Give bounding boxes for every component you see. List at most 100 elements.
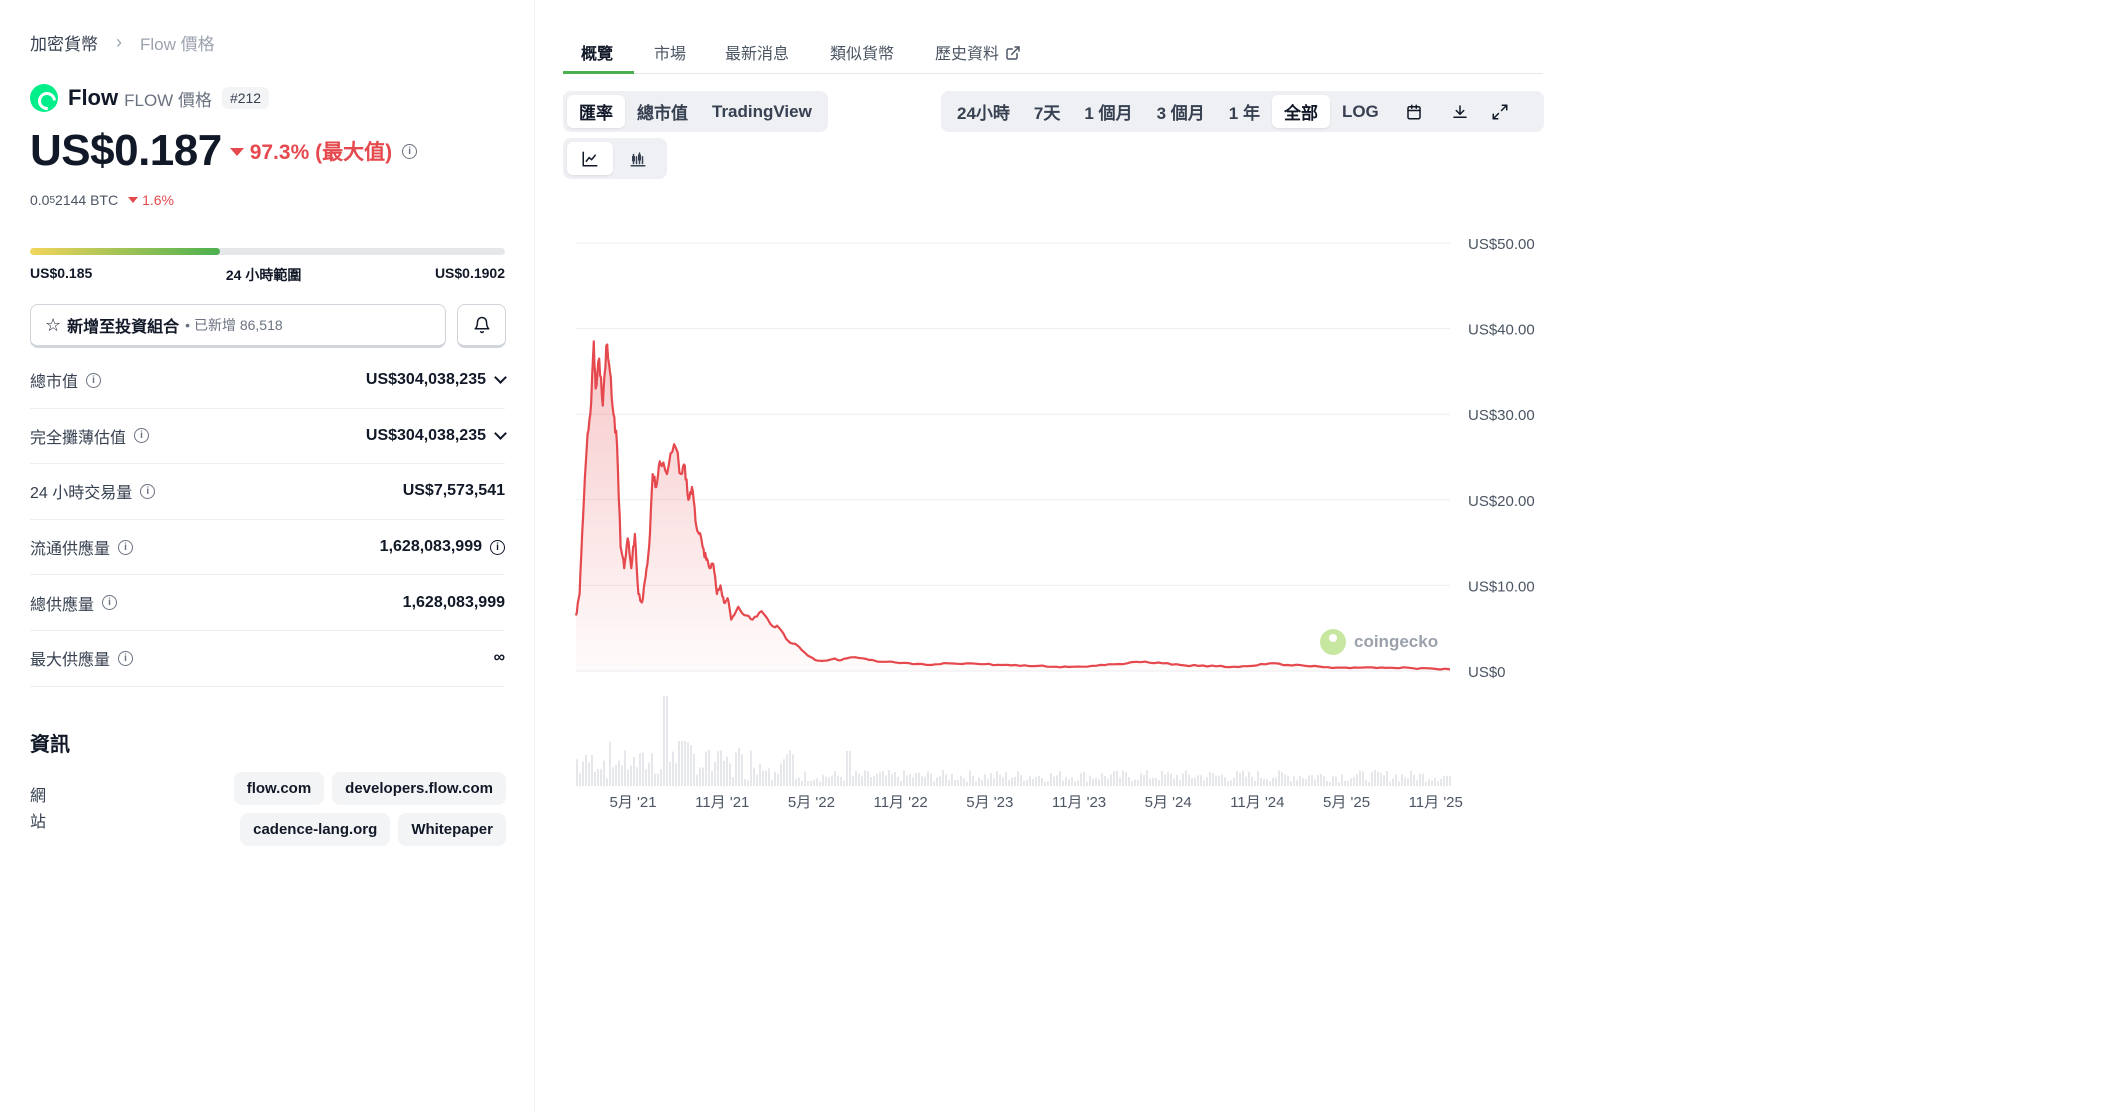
volume-bar: [1374, 770, 1376, 786]
link-chip[interactable]: developers.flow.com: [332, 772, 506, 805]
range-1m-button[interactable]: 1 個月: [1072, 95, 1144, 128]
tab-historical-data[interactable]: 歷史資料: [935, 40, 1021, 64]
volume-bar: [1131, 780, 1133, 786]
volume-bar: [1371, 771, 1373, 786]
volume-bar: [1059, 771, 1061, 786]
volume-bar: [1122, 770, 1124, 786]
info-icon[interactable]: i: [118, 650, 134, 666]
volume-bar: [681, 741, 683, 786]
volume-bar: [942, 770, 944, 786]
volume-bar: [966, 781, 968, 786]
x-tick-label: 11月 '24: [1230, 794, 1284, 811]
volume-bar: [1413, 774, 1415, 786]
volume-bar: [1287, 775, 1289, 786]
btc-price-suffix: 2144 BTC: [55, 192, 119, 208]
range-7d-button[interactable]: 7天: [1022, 95, 1072, 128]
volume-bar: [888, 770, 890, 786]
coingecko-logo-icon: [1320, 629, 1346, 655]
chevron-down-icon[interactable]: [494, 427, 507, 440]
price-chart[interactable]: US$0 US$10.00 US$20.00 US$30.00 US$40.00 US$5…: [565, 210, 1545, 830]
x-tick-label: 5月 '22: [788, 794, 835, 811]
volume-bar: [897, 776, 899, 786]
x-tick-label: 11月 '22: [873, 794, 927, 811]
info-icon[interactable]: i: [102, 595, 118, 611]
volume-bar: [1011, 777, 1013, 786]
volume-bar: [858, 773, 860, 786]
add-to-portfolio-button[interactable]: ☆ 新增至投資組合 • 已新增 86,518: [30, 304, 446, 348]
volume-bar: [717, 751, 719, 786]
info-icon[interactable]: i: [402, 143, 418, 159]
tab-bar: 概覽 市場 最新消息 類似貨幣 歷史資料: [563, 30, 1543, 74]
volume-bar: [1014, 776, 1016, 786]
download-button[interactable]: [1437, 95, 1483, 128]
mode-price-button[interactable]: 匯率: [567, 95, 625, 128]
volume-bar: [783, 759, 785, 786]
volume-bar: [1050, 773, 1052, 786]
volume-bar: [675, 763, 677, 786]
volume-bar: [1434, 778, 1436, 786]
breadcrumb: 加密貨幣 › Flow 價格: [30, 30, 215, 55]
info-icon[interactable]: i: [86, 372, 102, 388]
range-1y-button[interactable]: 1 年: [1217, 95, 1272, 128]
volume-bar: [1134, 779, 1136, 786]
chevron-down-icon[interactable]: [494, 371, 507, 385]
caret-down-icon: [229, 148, 244, 156]
log-scale-button[interactable]: LOG: [1330, 95, 1391, 128]
range-3m-button[interactable]: 3 個月: [1145, 95, 1217, 128]
breadcrumb-root-link[interactable]: 加密貨幣: [30, 30, 98, 55]
volume-bar: [1062, 780, 1064, 786]
candlestick-chart-button[interactable]: [613, 142, 663, 175]
info-icon[interactable]: i: [118, 539, 134, 555]
chart-mode-selector: 匯率 總市值 TradingView: [563, 91, 828, 132]
website-links: flow.com developers.flow.com cadence-lan…: [92, 772, 506, 846]
info-icon[interactable]: i: [134, 428, 150, 444]
volume-bar: [753, 767, 755, 786]
mode-market-cap-button[interactable]: 總市值: [625, 95, 700, 128]
stat-value: US$304,038,235: [365, 371, 486, 389]
tab-similar-coins[interactable]: 類似貨幣: [830, 40, 894, 64]
stat-value: ∞: [493, 649, 505, 667]
calendar-button[interactable]: [1391, 95, 1437, 128]
volume-bar: [696, 774, 698, 786]
stat-label: 完全攤薄估值: [30, 429, 127, 447]
volume-bar: [948, 780, 950, 786]
stat-label: 總市值: [30, 374, 79, 392]
link-chip[interactable]: Whitepaper: [398, 813, 506, 846]
tab-overview[interactable]: 概覽: [581, 40, 613, 64]
volume-bar: [1419, 773, 1421, 786]
range-high: US$0.1902: [434, 265, 505, 281]
volume-bar: [1119, 777, 1121, 786]
volume-bar: [816, 778, 818, 786]
range-all-button[interactable]: 全部: [1271, 95, 1330, 128]
link-chip[interactable]: cadence-lang.org: [240, 813, 391, 846]
tab-news[interactable]: 最新消息: [725, 40, 789, 64]
price-alert-button[interactable]: [457, 304, 506, 348]
info-icon[interactable]: i: [140, 483, 156, 499]
volume-bar: [1017, 771, 1019, 786]
volume-bar: [603, 760, 605, 786]
volume-bar: [1071, 777, 1073, 786]
fullscreen-button[interactable]: [1483, 95, 1517, 128]
link-chip[interactable]: flow.com: [233, 772, 325, 805]
x-tick-label: 5月 '25: [1323, 794, 1370, 811]
tab-markets[interactable]: 市場: [654, 40, 686, 64]
volume-bar: [747, 780, 749, 786]
stat-label: 24 小時交易量: [30, 485, 133, 503]
volume-bar: [804, 771, 806, 786]
line-chart-button[interactable]: [567, 142, 613, 175]
volume-bar: [792, 754, 794, 786]
volume-bar: [945, 774, 947, 786]
info-icon[interactable]: i: [490, 539, 505, 555]
mode-tradingview-button[interactable]: TradingView: [700, 95, 824, 128]
range-24h-button[interactable]: 24小時: [945, 95, 1022, 128]
volume-bar: [741, 754, 743, 786]
volume-bar: [1089, 775, 1091, 786]
volume-bar: [1155, 778, 1157, 786]
volume-bar: [1425, 781, 1427, 786]
y-tick-label: US$40.00: [1468, 322, 1535, 339]
volume-bar: [1101, 773, 1103, 786]
volume-bar: [1068, 779, 1070, 786]
volume-bar: [1368, 781, 1370, 786]
volume-bar: [1032, 778, 1034, 786]
volume-bar: [1167, 772, 1169, 786]
